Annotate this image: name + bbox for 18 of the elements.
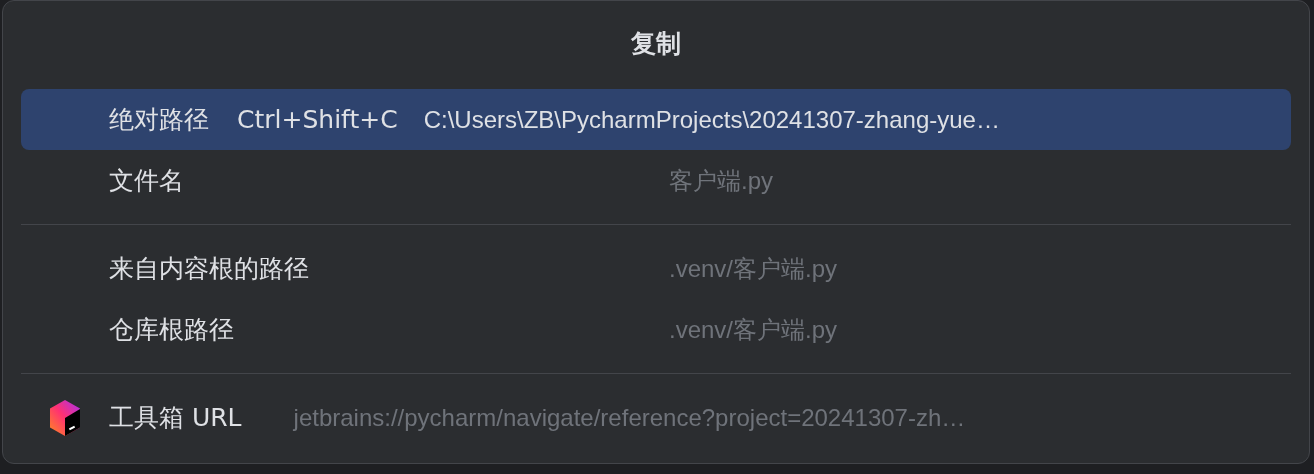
menu-item[interactable]: 绝对路径 Ctrl+Shift+C C:\Users\ZB\PycharmProjects\20241307-zhang-yue… xyxy=(21,89,1291,150)
cube-icon xyxy=(49,398,81,437)
item-label: 绝对路径 xyxy=(109,104,209,136)
menu-item[interactable]: 来自内容根的路径 .venv/客户端.py xyxy=(21,238,1291,299)
popup-title: 复制 xyxy=(630,28,682,60)
path-value: .venv/客户端.py xyxy=(669,314,838,345)
item-label: 来自内容根的路径 xyxy=(109,253,310,285)
shortcut-text: Ctrl+Shift+C xyxy=(237,105,398,134)
item-label: 工具箱 URL xyxy=(109,402,242,434)
path-value: .venv/客户端.py xyxy=(669,253,838,284)
path-value: jetbrains://pycharm/navigate/reference?project=20241307-zh… xyxy=(293,403,966,432)
menu-item[interactable]: 工具箱 URL jetbrains://pycharm/navigate/reference?project=20241307-zh… xyxy=(21,387,1291,448)
item-label: 文件名 xyxy=(109,165,185,197)
menu-item[interactable]: 仓库根路径 .venv/客户端.py xyxy=(21,299,1291,360)
menu-item[interactable]: 文件名 客户端.py xyxy=(21,150,1291,211)
path-value: C:\Users\ZB\PycharmProjects\20241307-zhang-yue… xyxy=(423,105,1000,134)
path-value: 客户端.py xyxy=(669,165,773,196)
item-label: 仓库根路径 xyxy=(109,314,235,346)
